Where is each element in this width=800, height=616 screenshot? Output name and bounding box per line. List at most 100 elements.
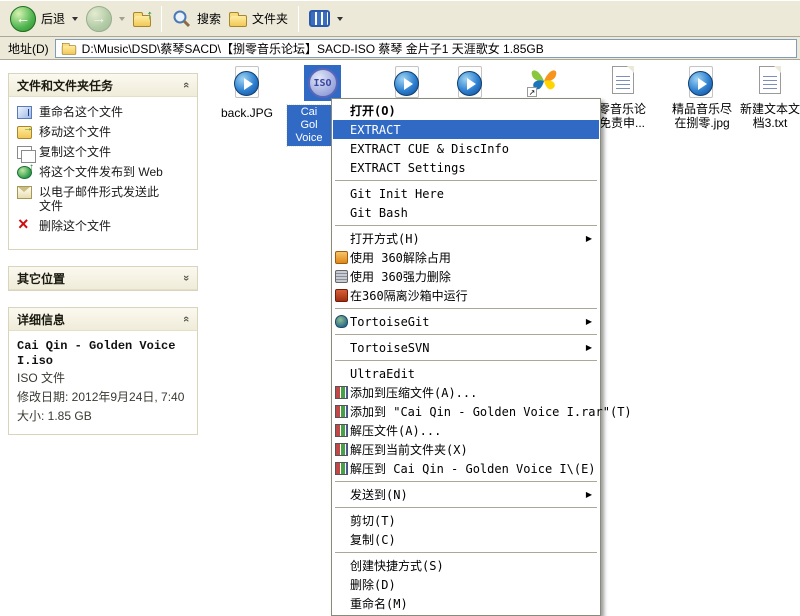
winrar-icon [335, 405, 348, 418]
menu-item-tortoisesvn[interactable]: TortoiseSVN▶ [333, 338, 599, 357]
text-file-icon [759, 66, 781, 94]
menu-separator [335, 507, 597, 508]
menu-item-rar-extract[interactable]: 解压文件(A)... [333, 421, 599, 440]
email-icon [17, 186, 32, 199]
menu-item-rar-add-named[interactable]: 添加到 "Cai Qin - Golden Voice I.rar"(T) [333, 402, 599, 421]
submenu-arrow-icon: ▶ [586, 338, 592, 357]
menu-item-extract[interactable]: EXTRACT [333, 120, 599, 139]
shortcut-arrow-icon: ↗ [527, 87, 537, 97]
menu-item-open-with[interactable]: 打开方式(H)▶ [333, 229, 599, 248]
file-tasks-header[interactable]: 文件和文件夹任务 « [9, 74, 197, 97]
views-button[interactable] [305, 8, 347, 29]
move-icon [17, 126, 32, 139]
menu-item-360-unlock[interactable]: 使用 360解除占用 [333, 248, 599, 267]
task-publish-web[interactable]: 将这个文件发布到 Web [17, 165, 191, 179]
address-folder-icon [61, 45, 75, 55]
back-label: 后退 [41, 10, 65, 27]
expand-chevron-icon[interactable]: » [180, 275, 192, 281]
forward-dropdown-icon [119, 17, 125, 21]
menu-separator [335, 334, 597, 335]
file-text-doc-2[interactable] [757, 66, 783, 99]
menu-separator [335, 225, 597, 226]
file-media-4[interactable] [686, 66, 716, 103]
winrar-icon [335, 443, 348, 456]
menu-separator [335, 360, 597, 361]
forward-button[interactable]: → [82, 4, 129, 34]
media-file-icon [233, 66, 261, 98]
up-button[interactable]: ↑ [129, 9, 155, 29]
file-label-media-4[interactable]: 精品音乐尽 在捌零.jpg [662, 102, 742, 130]
collapse-chevron-icon[interactable]: « [180, 82, 192, 88]
task-delete-file[interactable]: 删除这个文件 [17, 219, 191, 233]
task-rename-file[interactable]: 重命名这个文件 [17, 105, 191, 119]
menu-item-git-init[interactable]: Git Init Here [333, 184, 599, 203]
submenu-arrow-icon: ▶ [586, 312, 592, 331]
butterfly-icon: ↗ [527, 65, 561, 97]
back-icon: ← [10, 6, 36, 32]
menu-item-send-to[interactable]: 发送到(N)▶ [333, 485, 599, 504]
menu-item-rar-extract-to[interactable]: 解压到 Cai Qin - Golden Voice I\(E) [333, 459, 599, 478]
task-copy-file[interactable]: 复制这个文件 [17, 145, 191, 159]
address-input[interactable]: D:\Music\DSD\蔡琴SACD\【捌零音乐论坛】SACD-ISO 蔡琴 … [55, 39, 797, 58]
address-bar: 地址(D) D:\Music\DSD\蔡琴SACD\【捌零音乐论坛】SACD-I… [0, 37, 800, 60]
file-back-jpg[interactable]: back.JPG [220, 66, 274, 120]
search-label: 搜索 [197, 10, 221, 27]
other-places-header[interactable]: 其它位置 » [9, 267, 197, 290]
menu-item-extract-cue[interactable]: EXTRACT CUE & DiscInfo [333, 139, 599, 158]
menu-separator [335, 308, 597, 309]
menu-item-copy[interactable]: 复制(C) [333, 530, 599, 549]
rename-icon [17, 106, 32, 119]
delete-x-icon [17, 220, 32, 233]
folders-icon [229, 15, 247, 27]
folders-button[interactable]: 文件夹 [225, 8, 292, 29]
task-email-file[interactable]: 以电子邮件形式发送此文件 [17, 185, 191, 213]
up-folder-icon: ↑ [133, 15, 151, 27]
context-menu: 打开(O) EXTRACT EXTRACT CUE & DiscInfo EXT… [331, 98, 601, 616]
toolbar: ← 后退 → ↑ 搜索 文件夹 [0, 0, 800, 37]
winrar-icon [335, 386, 348, 399]
back-button[interactable]: ← 后退 [6, 4, 82, 34]
file-iso-selected[interactable]: ISO Cai Gol Voice [304, 65, 341, 101]
menu-item-create-shortcut[interactable]: 创建快捷方式(S) [333, 556, 599, 575]
task-move-file[interactable]: 移动这个文件 [17, 125, 191, 139]
menu-item-tortoisegit[interactable]: TortoiseGit▶ [333, 312, 599, 331]
folders-label: 文件夹 [252, 10, 288, 27]
media-file-icon [456, 66, 484, 98]
details-modified: 修改日期: 2012年9月24日, 7:40 [17, 390, 185, 405]
menu-item-360-force-delete[interactable]: 使用 360强力删除 [333, 267, 599, 286]
address-path: D:\Music\DSD\蔡琴SACD\【捌零音乐论坛】SACD-ISO 蔡琴 … [82, 40, 544, 57]
menu-item-cut[interactable]: 剪切(T) [333, 511, 599, 530]
toolbar-separator [161, 6, 162, 32]
tortoisegit-icon [335, 315, 348, 328]
file-text-doc-1[interactable] [610, 66, 636, 99]
360-sandbox-icon [335, 289, 348, 302]
menu-item-ultraedit[interactable]: UltraEdit [333, 364, 599, 383]
file-tasks-panel: 文件和文件夹任务 « 重命名这个文件 移动这个文件 复制这个文件 [8, 73, 198, 250]
media-file-icon [687, 66, 715, 98]
iso-file-icon: ISO [304, 65, 341, 101]
menu-item-git-bash[interactable]: Git Bash [333, 203, 599, 222]
views-icon [309, 10, 330, 27]
file-shortcut-msn[interactable]: ↗ [526, 65, 562, 102]
details-header[interactable]: 详细信息 « [9, 308, 197, 331]
menu-item-open[interactable]: 打开(O) [333, 101, 599, 120]
globe-icon [17, 166, 32, 179]
menu-item-rar-extract-here[interactable]: 解压到当前文件夹(X) [333, 440, 599, 459]
views-dropdown-icon[interactable] [337, 17, 343, 21]
menu-item-delete[interactable]: 删除(D) [333, 575, 599, 594]
search-icon [172, 9, 192, 29]
content-area: 文件和文件夹任务 « 重命名这个文件 移动这个文件 复制这个文件 [0, 61, 800, 600]
360-unlock-icon [335, 251, 348, 264]
collapse-chevron-icon[interactable]: « [180, 316, 192, 322]
menu-item-360-sandbox[interactable]: 在360隔离沙箱中运行 [333, 286, 599, 305]
text-file-icon [612, 66, 634, 94]
file-label-doc-2[interactable]: 新建文本文 档3.txt [736, 102, 800, 130]
menu-item-rar-add[interactable]: 添加到压缩文件(A)... [333, 383, 599, 402]
sidebar: 文件和文件夹任务 « 重命名这个文件 移动这个文件 复制这个文件 [8, 73, 198, 451]
file-label-selected: Cai Gol Voice [287, 105, 331, 146]
back-dropdown-icon[interactable] [72, 17, 78, 21]
menu-separator [335, 481, 597, 482]
menu-item-extract-settings[interactable]: EXTRACT Settings [333, 158, 599, 177]
menu-item-rename[interactable]: 重命名(M) [333, 594, 599, 613]
search-button[interactable]: 搜索 [168, 7, 225, 31]
